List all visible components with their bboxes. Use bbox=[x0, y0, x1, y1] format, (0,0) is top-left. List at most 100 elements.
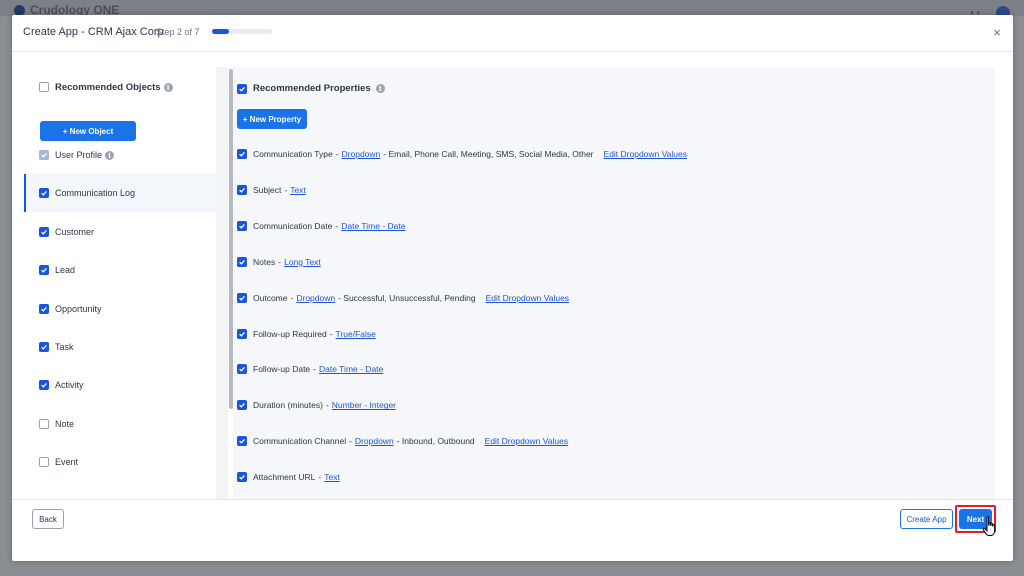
modal-body: Recommended Objects i + New Object User … bbox=[24, 67, 995, 499]
property-row: Duration (minutes) - Number - Integer bbox=[237, 398, 396, 412]
sidebar-item-opportunity[interactable]: Opportunity bbox=[24, 290, 216, 328]
sidebar-item-label: User Profile bbox=[55, 150, 103, 160]
property-separator: - bbox=[290, 292, 294, 303]
create-app-modal: Create App - CRM Ajax Corp Step 2 of 7 ×… bbox=[12, 15, 1013, 561]
property-separator: - bbox=[278, 256, 282, 267]
property-options: - Email, Phone Call, Meeting, SMS, Socia… bbox=[383, 149, 594, 159]
object-checkbox[interactable] bbox=[39, 418, 49, 429]
property-checkbox[interactable] bbox=[237, 220, 247, 231]
recommended-properties-checkbox[interactable] bbox=[237, 83, 247, 94]
property-checkbox[interactable] bbox=[237, 292, 247, 303]
property-name: Attachment URL bbox=[253, 472, 316, 483]
property-checkbox[interactable] bbox=[237, 256, 247, 267]
property-name: Communication Channel bbox=[253, 436, 347, 447]
recommended-objects-checkbox[interactable] bbox=[39, 82, 49, 92]
property-separator: - bbox=[313, 364, 317, 375]
sidebar-item-label: Customer bbox=[55, 226, 95, 237]
property-separator: - bbox=[318, 472, 322, 483]
property-separator: - bbox=[349, 436, 352, 447]
step-progress-bar bbox=[212, 29, 272, 34]
sidebar-item-activity[interactable]: Activity bbox=[24, 366, 216, 404]
recommended-properties-header[interactable]: Recommended Properties i bbox=[237, 83, 385, 94]
property-checkbox[interactable] bbox=[237, 436, 247, 447]
object-checkbox[interactable] bbox=[39, 342, 49, 352]
sidebar-item-lead[interactable]: Lead bbox=[24, 251, 216, 289]
property-type-link[interactable]: Text bbox=[324, 472, 340, 482]
info-icon: i bbox=[375, 84, 385, 93]
property-checkbox[interactable] bbox=[237, 400, 247, 411]
object-checkbox[interactable] bbox=[39, 380, 49, 391]
property-options: - Successful, Unsuccessful, Pending bbox=[338, 292, 476, 303]
property-checkbox[interactable] bbox=[237, 472, 247, 483]
property-type-link[interactable]: Number - Integer bbox=[332, 400, 396, 410]
recommended-objects-label: Recommended Objects bbox=[55, 81, 161, 93]
sidebar-item-communication-log[interactable]: Communication Log bbox=[24, 174, 216, 213]
property-options: - Inbound, Outbound bbox=[396, 436, 475, 447]
property-row: Communication Date - Date Time - Date bbox=[237, 219, 405, 233]
property-type-link[interactable]: True/False bbox=[336, 329, 376, 339]
recommended-properties-label: Recommended Properties bbox=[253, 83, 371, 94]
properties-panel: Recommended Properties i + New Property … bbox=[233, 67, 995, 499]
sidebar-item-label: Lead bbox=[55, 265, 76, 276]
objects-sidebar: Recommended Objects i + New Object User … bbox=[24, 67, 216, 499]
modal-header: Create App - CRM Ajax Corp Step 2 of 7 × bbox=[12, 15, 1013, 52]
step-progress-fill bbox=[212, 29, 230, 34]
property-type-link[interactable]: Dropdown bbox=[355, 436, 394, 446]
property-type-link[interactable]: Date Time - Date bbox=[319, 364, 383, 374]
modal-footer: Back Create App Next bbox=[12, 499, 1013, 561]
edit-dropdown-values-link[interactable]: Edit Dropdown Values bbox=[485, 436, 568, 446]
property-separator: - bbox=[284, 184, 288, 195]
property-row: Notes - Long Text bbox=[237, 255, 321, 269]
object-checkbox[interactable] bbox=[39, 226, 49, 237]
property-name: Subject bbox=[253, 184, 282, 195]
property-type-link[interactable]: Long Text bbox=[284, 257, 321, 267]
back-button[interactable]: Back bbox=[32, 509, 64, 529]
property-row: Follow-up Date - Date Time - Date bbox=[237, 362, 383, 376]
create-app-button[interactable]: Create App bbox=[900, 509, 953, 529]
object-checkbox[interactable] bbox=[39, 303, 49, 314]
property-checkbox[interactable] bbox=[237, 328, 247, 339]
object-checkbox[interactable] bbox=[39, 265, 49, 276]
edit-dropdown-values-link[interactable]: Edit Dropdown Values bbox=[486, 293, 569, 303]
sidebar-item-label: Opportunity bbox=[55, 303, 102, 314]
sidebar-item-task[interactable]: Task bbox=[24, 328, 216, 366]
object-checkbox bbox=[39, 150, 49, 160]
sidebar-item-label: Note bbox=[55, 418, 75, 429]
property-type-link[interactable]: Text bbox=[290, 185, 306, 195]
sidebar-item-label: Event bbox=[55, 457, 79, 468]
recommended-objects-header[interactable]: Recommended Objects i bbox=[24, 68, 216, 106]
property-name: Outcome bbox=[253, 292, 288, 303]
property-checkbox[interactable] bbox=[237, 364, 247, 375]
info-icon: i bbox=[105, 150, 115, 160]
property-type-link[interactable]: Dropdown bbox=[342, 149, 381, 159]
property-row: Communication Channel - Dropdown - Inbound,… bbox=[237, 434, 568, 448]
property-name: Notes bbox=[253, 256, 276, 267]
sidebar-item-user-profile[interactable]: User Profile i bbox=[24, 136, 216, 174]
step-indicator: Step 2 of 7 bbox=[156, 27, 200, 37]
property-type-link[interactable]: Dropdown bbox=[296, 293, 335, 303]
property-separator: - bbox=[329, 328, 333, 339]
property-name: Follow-up Date bbox=[253, 364, 311, 375]
property-name: Communication Date bbox=[253, 220, 333, 231]
edit-dropdown-values-link[interactable]: Edit Dropdown Values bbox=[604, 149, 687, 159]
property-row: Communication Type - Dropdown - Email, Phon… bbox=[237, 147, 687, 161]
property-separator: - bbox=[325, 400, 329, 411]
sidebar-item-event[interactable]: Event bbox=[24, 443, 216, 481]
sidebar-item-customer[interactable]: Customer bbox=[24, 213, 216, 251]
object-checkbox[interactable] bbox=[39, 457, 49, 468]
property-separator: - bbox=[335, 149, 339, 159]
new-property-button[interactable]: + New Property bbox=[237, 109, 307, 129]
sidebar-scrollbar-track[interactable] bbox=[216, 67, 228, 499]
background-app-header: Crudology ONE • • bbox=[0, 0, 1024, 20]
property-type-link[interactable]: Date Time - Date bbox=[341, 221, 405, 231]
property-checkbox[interactable] bbox=[237, 184, 247, 195]
hand-cursor-icon bbox=[982, 516, 996, 536]
property-name: Duration (minutes) bbox=[253, 400, 323, 411]
sidebar-item-note[interactable]: Note bbox=[24, 405, 216, 443]
property-checkbox[interactable] bbox=[237, 149, 247, 159]
close-icon[interactable]: × bbox=[993, 26, 1001, 39]
sidebar-item-label: Activity bbox=[55, 380, 84, 391]
modal-title: Create App - CRM Ajax Corp bbox=[23, 26, 164, 38]
object-checkbox[interactable] bbox=[39, 188, 49, 199]
sidebar-item-label: Task bbox=[55, 342, 74, 352]
